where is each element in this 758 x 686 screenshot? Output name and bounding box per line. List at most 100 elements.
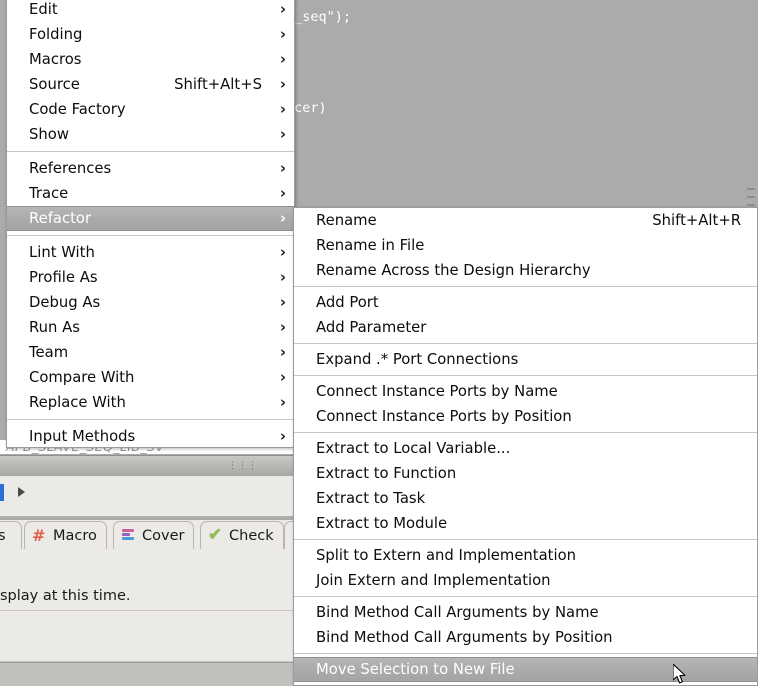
menu-item-accelerator: Shift+Alt+S xyxy=(174,72,284,97)
tab-check[interactable]: ✔ Check xyxy=(200,521,284,549)
menu-item-source[interactable]: Source Shift+Alt+S› xyxy=(7,72,294,97)
menu-item-label: Extract to Module xyxy=(316,511,447,536)
tab-label: Cover xyxy=(142,528,184,544)
menu-item-label: Run As xyxy=(29,315,80,340)
menu-item-bind-method-call-arguments-by-name[interactable]: Bind Method Call Arguments by Name xyxy=(294,600,757,625)
menu-item-expand-port-connections[interactable]: Expand .* Port Connections xyxy=(294,347,757,372)
menu-item-join-extern-and-implementation[interactable]: Join Extern and Implementation xyxy=(294,568,757,593)
chevron-right-icon: › xyxy=(280,320,286,335)
menu-item-extract-to-module[interactable]: Extract to Module xyxy=(294,511,757,536)
menu-item-label: Expand .* Port Connections xyxy=(316,347,518,372)
play-triangle-icon[interactable] xyxy=(18,487,25,497)
menu-item-label: References xyxy=(29,156,111,181)
menu-item-label: Macros xyxy=(29,47,82,72)
menu-item-label: Source xyxy=(29,72,80,97)
menu-item-label: Connect Instance Ports by Position xyxy=(316,404,572,429)
chevron-right-icon: › xyxy=(280,245,286,260)
application-window: e_seq"); ncer) APB_SLAVE_SEQ_LIB_SV ⋮⋮⋮ … xyxy=(0,0,758,686)
menu-item-edit[interactable]: Edit› xyxy=(7,0,294,22)
chevron-right-icon: › xyxy=(280,161,286,176)
menu-separator xyxy=(7,419,294,420)
refactor-submenu[interactable]: Rename Shift+Alt+R Rename in FileRename Ac… xyxy=(293,207,758,686)
menu-item-rename-in-file[interactable]: Rename in File xyxy=(294,233,757,258)
chevron-right-icon: › xyxy=(280,77,286,92)
menu-item-label: Extract to Task xyxy=(316,486,425,511)
menu-separator xyxy=(294,375,757,376)
menu-item-label: Rename xyxy=(316,208,377,233)
chevron-right-icon: › xyxy=(280,370,286,385)
menu-item-label: Edit xyxy=(29,0,58,22)
menu-item-label: Team xyxy=(29,340,68,365)
menu-item-label: Debug As xyxy=(29,290,100,315)
menu-item-replace-with[interactable]: Replace With › xyxy=(7,390,294,415)
menu-item-split-to-extern-and-implementation[interactable]: Split to Extern and Implementation xyxy=(294,543,757,568)
menu-item-label: Rename in File xyxy=(316,233,424,258)
menu-item-rename[interactable]: Rename Shift+Alt+R xyxy=(294,208,757,233)
splitter-grip-icon: ⋮⋮⋮ xyxy=(228,463,258,469)
menu-separator xyxy=(294,596,757,597)
menu-item-label: Add Parameter xyxy=(316,315,426,340)
check-icon: ✔ xyxy=(208,528,223,543)
chevron-right-icon: › xyxy=(280,395,286,410)
tab-label: s xyxy=(0,528,6,544)
menu-separator xyxy=(294,286,757,287)
menu-item-folding[interactable]: Folding› xyxy=(7,22,294,47)
menu-item-label: Compare With xyxy=(29,365,134,390)
menu-item-compare-with[interactable]: Compare With › xyxy=(7,365,294,390)
code-fragment-1: e_seq"); xyxy=(286,9,351,25)
menu-item-add-port[interactable]: Add Port xyxy=(294,290,757,315)
menu-item-label: Bind Method Call Arguments by Name xyxy=(316,600,599,625)
menu-item-add-parameter[interactable]: Add Parameter xyxy=(294,315,757,340)
menu-item-team[interactable]: Team › xyxy=(7,340,294,365)
menu-item-label: Lint With xyxy=(29,240,95,265)
menu-item-extract-to-local-variable[interactable]: Extract to Local Variable... xyxy=(294,436,757,461)
chevron-right-icon: › xyxy=(280,102,286,117)
menu-item-extract-to-function[interactable]: Extract to Function xyxy=(294,461,757,486)
menu-item-label: Split to Extern and Implementation xyxy=(316,543,576,568)
toolbar-accent-bar xyxy=(0,484,4,501)
chevron-right-icon: › xyxy=(280,27,286,42)
menu-separator xyxy=(7,235,294,236)
menu-item-run-as[interactable]: Run As › xyxy=(7,315,294,340)
menu-item-label: Trace xyxy=(29,181,68,206)
menu-item-lint-with[interactable]: Lint With › xyxy=(7,240,294,265)
menu-item-code-factory[interactable]: Code Factory› xyxy=(7,97,294,122)
tab-label: Macro xyxy=(53,528,97,544)
chevron-right-icon: › xyxy=(280,295,286,310)
menu-item-label: Rename Across the Design Hierarchy xyxy=(316,258,591,283)
menu-item-show[interactable]: Show› xyxy=(7,122,294,147)
menu-item-macros[interactable]: Macros› xyxy=(7,47,294,72)
menu-item-label: Refactor xyxy=(29,206,91,231)
menu-item-label: Connect Instance Ports by Name xyxy=(316,379,558,404)
menu-item-label: Join Extern and Implementation xyxy=(316,568,551,593)
tab-macro[interactable]: # Macro xyxy=(24,521,107,549)
menu-item-debug-as[interactable]: Debug As › xyxy=(7,290,294,315)
menu-item-accelerator: Shift+Alt+R xyxy=(652,208,747,233)
menu-item-label: Extract to Local Variable... xyxy=(316,436,510,461)
menu-item-profile-as[interactable]: Profile As› xyxy=(7,265,294,290)
menu-item-input-methods[interactable]: Input Methods › xyxy=(7,424,294,449)
menu-item-connect-instance-ports-by-position[interactable]: Connect Instance Ports by Position xyxy=(294,404,757,429)
coverage-bars-icon xyxy=(121,528,136,543)
menu-item-references[interactable]: References › xyxy=(7,156,294,181)
tab-label: Check xyxy=(229,528,274,544)
menu-item-extract-to-task[interactable]: Extract to Task xyxy=(294,486,757,511)
main-context-menu[interactable]: Edit›Folding›Macros›SourceShift+Alt+S›Co… xyxy=(6,0,295,448)
menu-item-move-selection-to-new-file[interactable]: Move Selection to New File xyxy=(294,657,757,682)
menu-item-trace[interactable]: Trace› xyxy=(7,181,294,206)
menu-item-bind-method-call-arguments-by-position[interactable]: Bind Method Call Arguments by Position xyxy=(294,625,757,650)
menu-separator xyxy=(7,151,294,152)
menu-item-label: Replace With xyxy=(29,390,126,415)
tab-partial[interactable]: s xyxy=(0,521,22,549)
menu-item-label: Input Methods xyxy=(29,424,135,449)
menu-item-refactor[interactable]: Refactor› xyxy=(7,206,294,231)
menu-item-rename-across-the-design-hierarchy[interactable]: Rename Across the Design Hierarchy xyxy=(294,258,757,283)
chevron-right-icon: › xyxy=(280,127,286,142)
menu-item-connect-instance-ports-by-name[interactable]: Connect Instance Ports by Name xyxy=(294,379,757,404)
menu-separator xyxy=(294,653,757,654)
chevron-right-icon: › xyxy=(280,429,286,444)
chevron-right-icon: › xyxy=(280,345,286,360)
menu-separator xyxy=(294,343,757,344)
tab-cover[interactable]: Cover xyxy=(113,521,194,549)
menu-item-label: Profile As xyxy=(29,265,98,290)
